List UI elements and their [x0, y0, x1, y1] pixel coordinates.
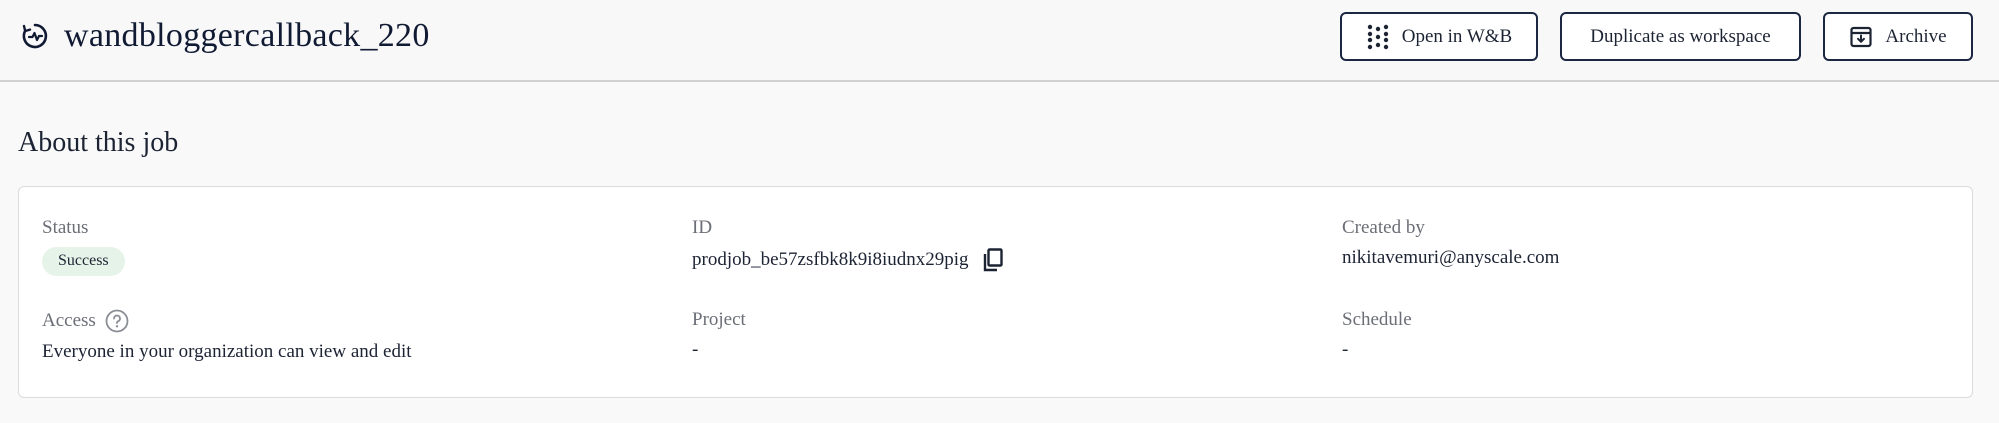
open-in-wandb-button[interactable]: Open in W&B: [1340, 12, 1538, 61]
job-details-card: Status Success ID prodjob_be57zsfbk8k9i8…: [18, 186, 1973, 398]
access-field: Access Everyone in your organization can…: [42, 309, 412, 363]
id-field: ID prodjob_be57zsfbk8k9i8iudnx29pig: [692, 217, 1005, 272]
archive-icon: [1849, 25, 1873, 49]
page-header: wandbloggercallback_220 Open in W&B Dupl…: [0, 0, 1999, 82]
access-value: Everyone in your organization can view a…: [42, 341, 412, 362]
created-by-value: nikitavemuri@anyscale.com: [1342, 247, 1560, 268]
archive-label: Archive: [1885, 25, 1947, 47]
schedule-value: -: [1342, 339, 1349, 360]
schedule-label: Schedule: [1342, 309, 1412, 330]
status-field: Status Success: [42, 217, 125, 276]
project-value: -: [692, 339, 699, 360]
archive-button[interactable]: Archive: [1823, 12, 1973, 61]
wandb-dots-icon: [1366, 24, 1390, 50]
created-by-field: Created by nikitavemuri@anyscale.com: [1342, 217, 1559, 269]
job-activity-icon: [20, 21, 50, 51]
duplicate-as-workspace-label: Duplicate as workspace: [1590, 25, 1771, 47]
help-icon[interactable]: [105, 309, 129, 333]
access-label-row: Access: [42, 309, 412, 333]
id-label: ID: [692, 217, 713, 238]
status-badge: Success: [42, 247, 125, 276]
duplicate-as-workspace-button[interactable]: Duplicate as workspace: [1560, 12, 1801, 61]
copy-icon[interactable]: [981, 248, 1005, 272]
about-section-title: About this job: [18, 127, 179, 158]
access-label: Access: [42, 310, 96, 331]
project-label: Project: [692, 309, 746, 330]
status-label: Status: [42, 217, 89, 238]
job-id-value: prodjob_be57zsfbk8k9i8iudnx29pig: [692, 249, 969, 270]
open-in-wandb-label: Open in W&B: [1401, 25, 1513, 47]
created-by-label: Created by: [1342, 217, 1425, 238]
project-field: Project -: [692, 309, 746, 361]
title-group: wandbloggercallback_220: [20, 14, 430, 58]
page-title: wandbloggercallback_220: [64, 17, 430, 54]
schedule-field: Schedule -: [1342, 309, 1412, 361]
